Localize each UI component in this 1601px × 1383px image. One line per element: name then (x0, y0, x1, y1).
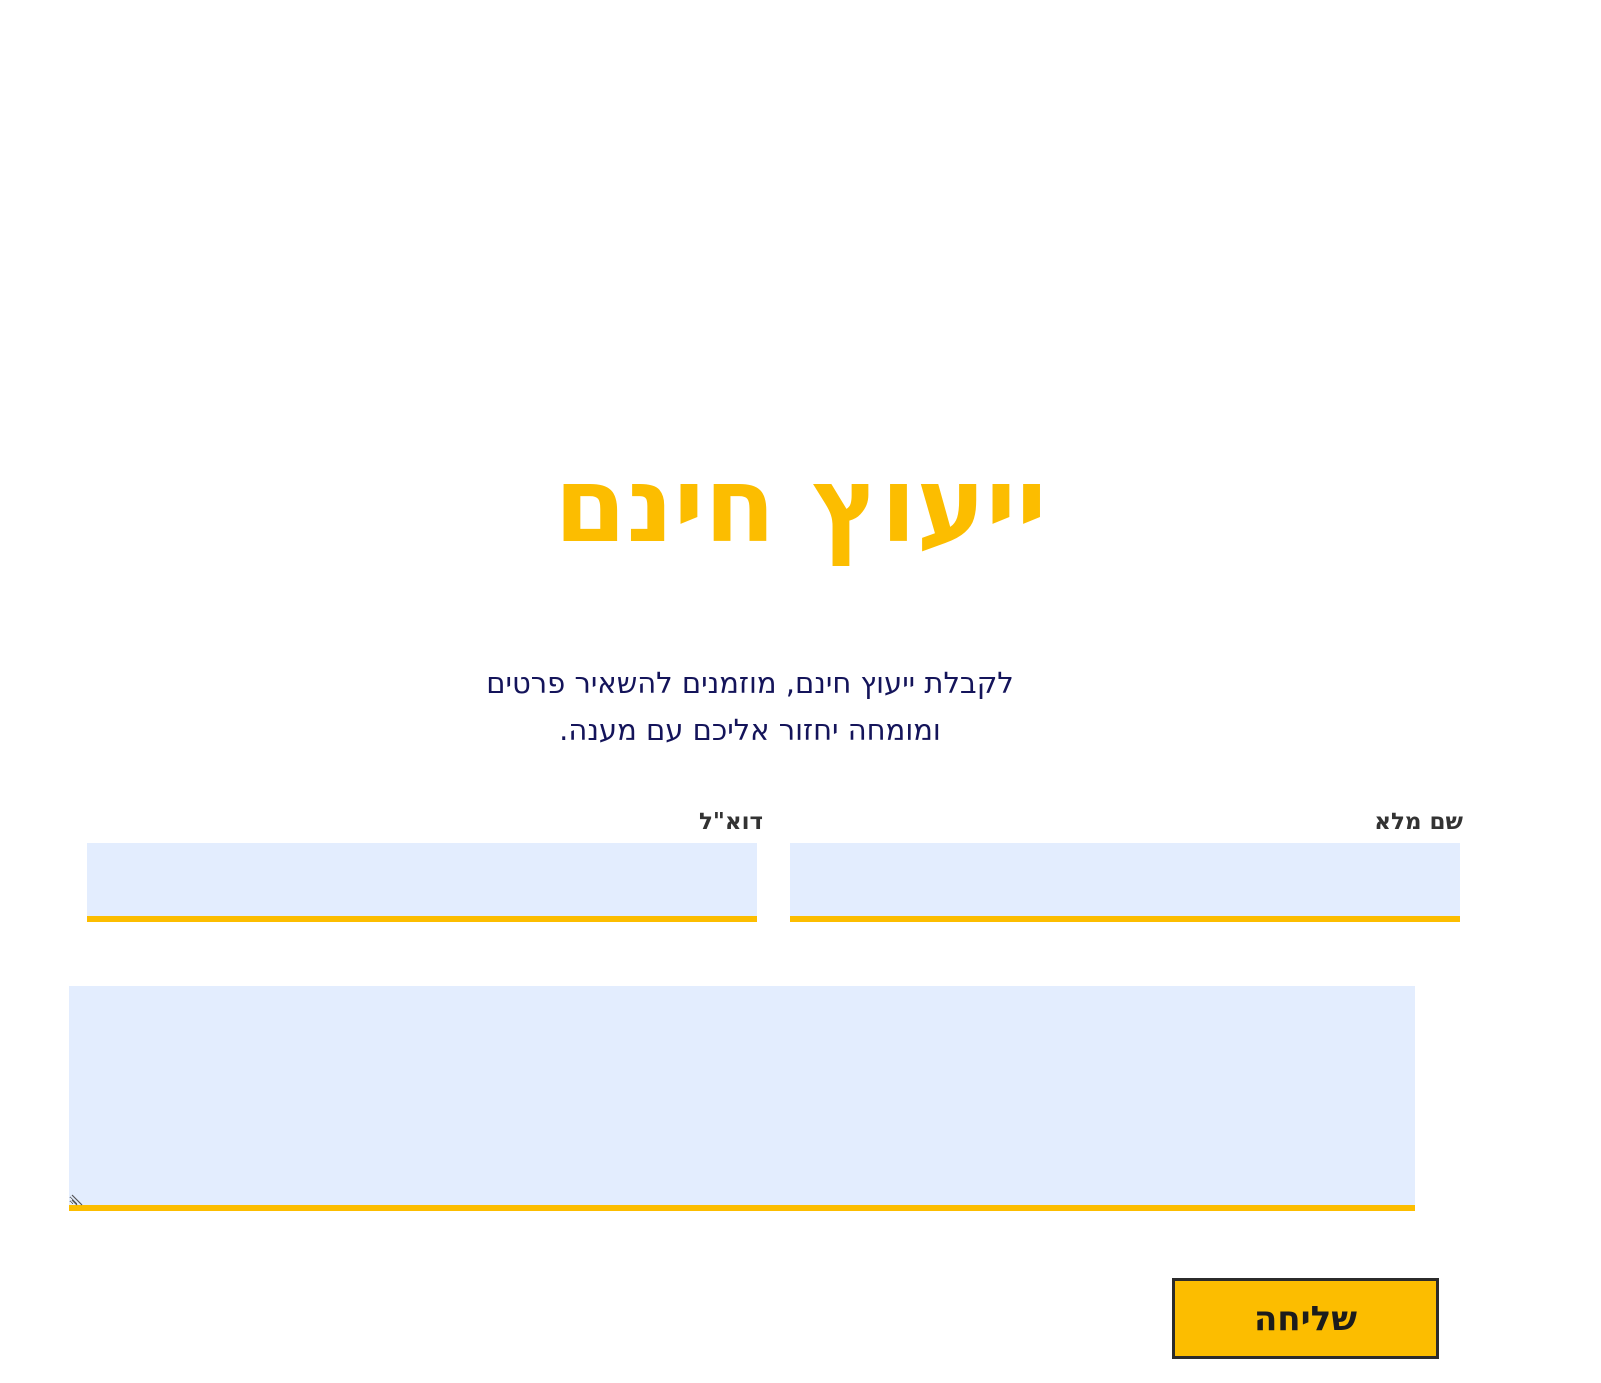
page-title: ייעוץ חינם (554, 444, 1047, 566)
intro-line-1: לקבלת ייעוץ חינם, מוזמנים להשאיר פרטים (486, 666, 1014, 700)
resize-handle-icon[interactable] (70, 1193, 84, 1207)
full-name-label: שם מלא (1374, 809, 1463, 835)
message-textarea[interactable] (69, 986, 1415, 1211)
email-input[interactable] (87, 843, 757, 922)
full-name-input[interactable] (790, 843, 1460, 922)
submit-button[interactable]: שליחה (1172, 1278, 1439, 1359)
intro-text: לקבלת ייעוץ חינם, מוזמנים להשאיר פרטים ו… (450, 660, 1050, 754)
email-label: דוא"ל (698, 809, 763, 835)
intro-line-2: ומומחה יחזור אליכם עם מענה. (559, 713, 941, 747)
